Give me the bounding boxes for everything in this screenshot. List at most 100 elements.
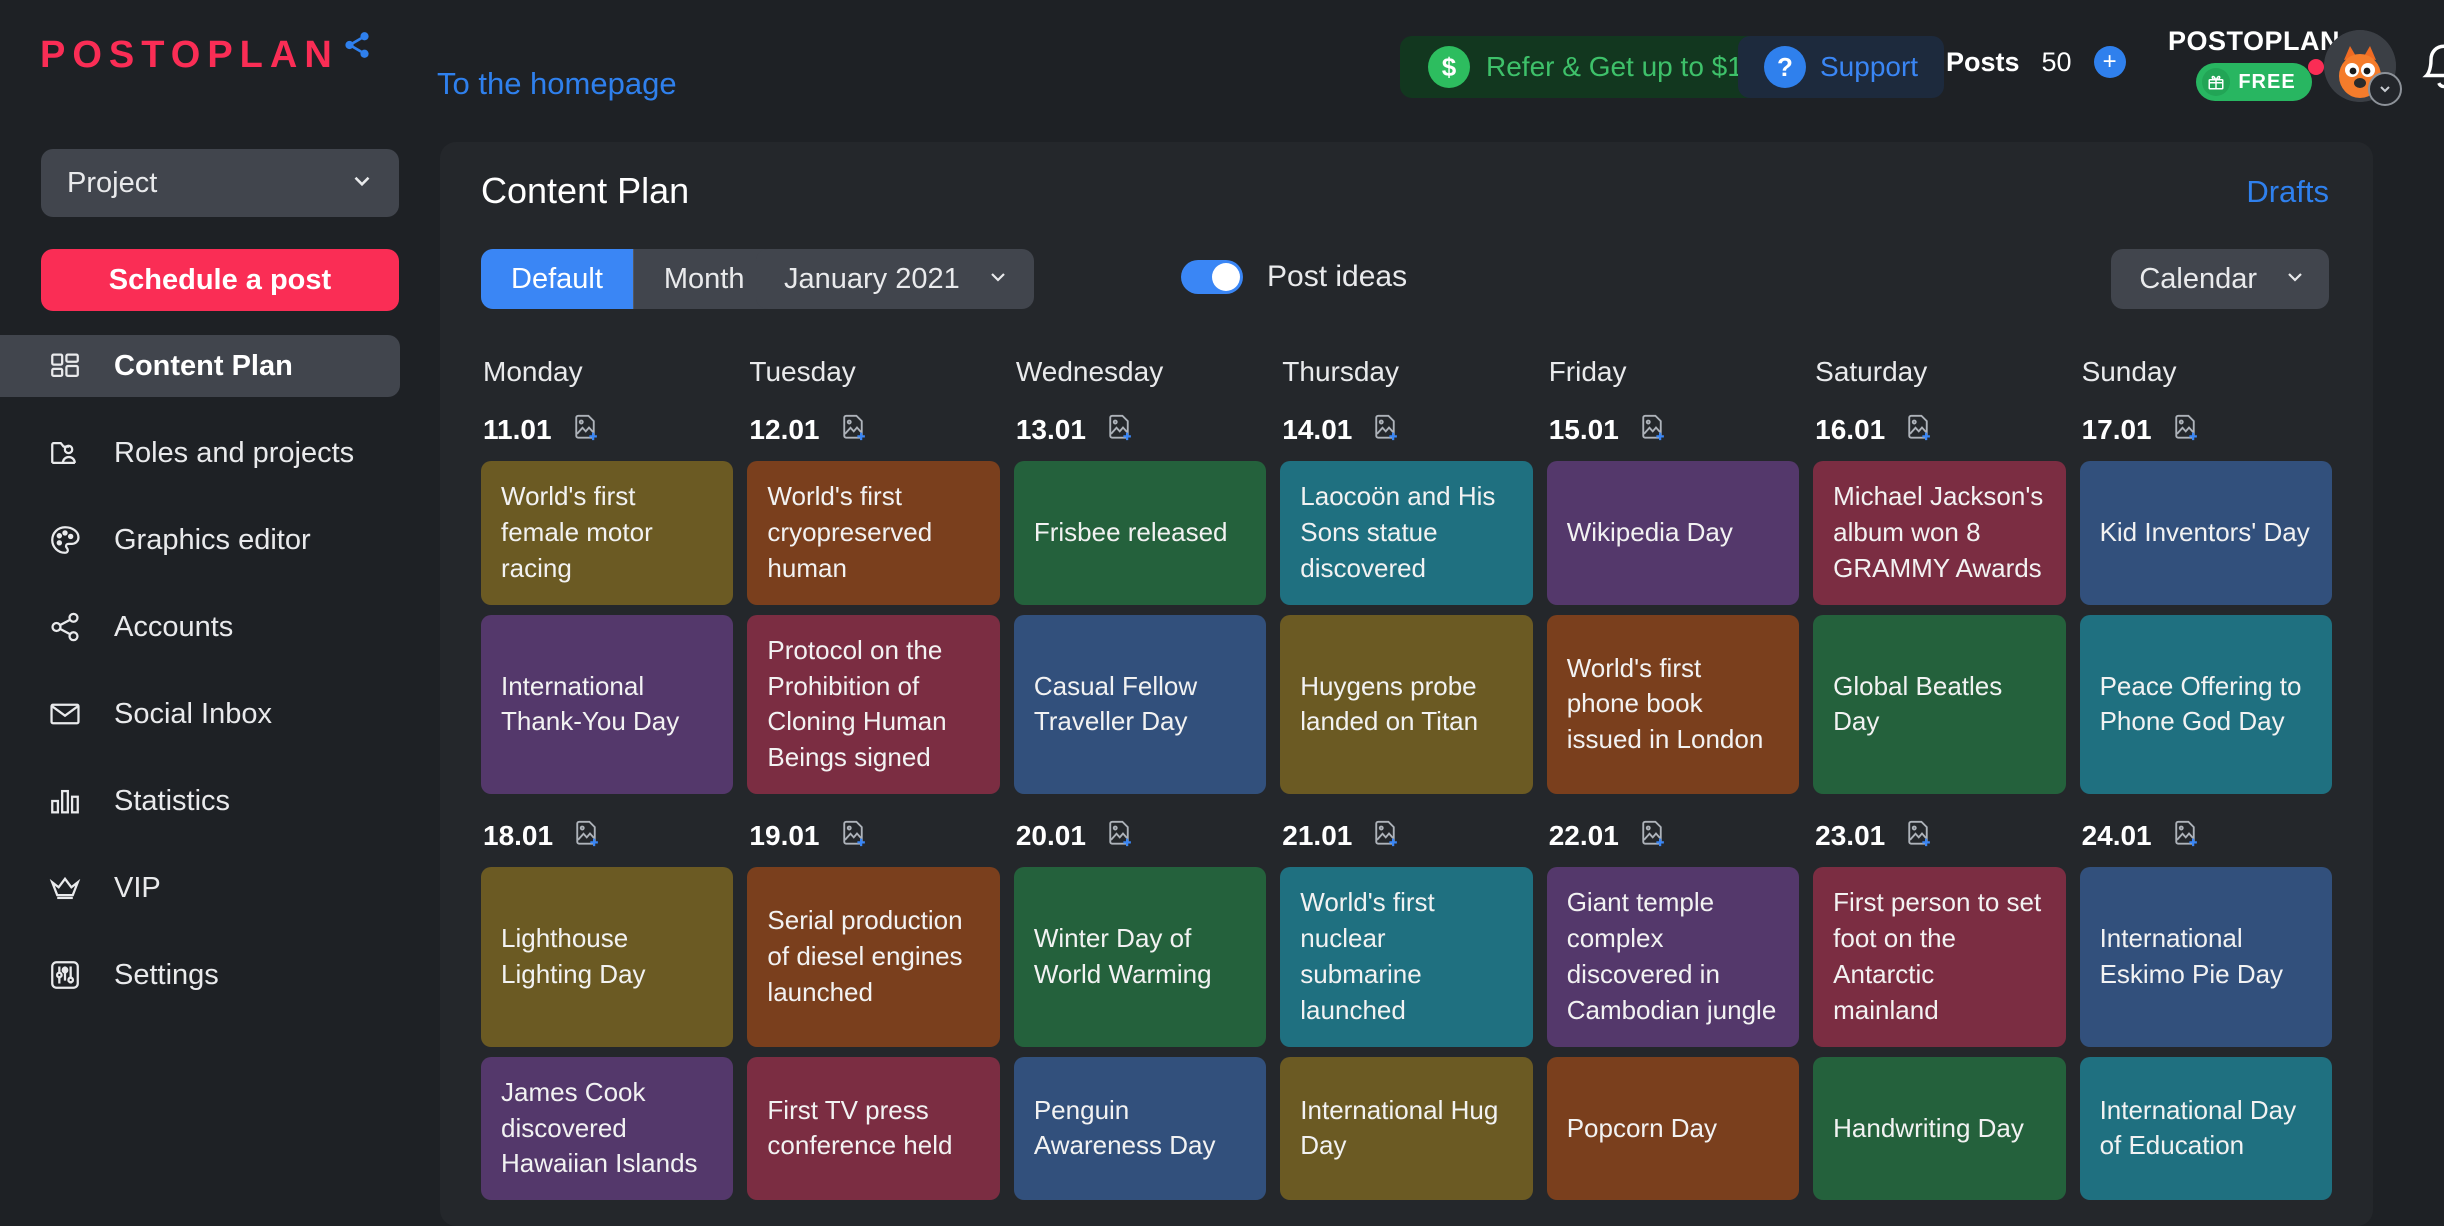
event-card[interactable]: International Thank-You Day xyxy=(481,614,734,795)
avatar-group[interactable] xyxy=(2324,30,2402,106)
chevron-down-icon[interactable] xyxy=(2368,72,2402,106)
posts-count: 50 xyxy=(2041,46,2072,77)
event-card[interactable]: Wikipedia Day xyxy=(1546,461,1800,605)
date-cell: 17.01 xyxy=(2080,412,2332,447)
event-card[interactable]: First TV press conference held xyxy=(747,1056,1000,1201)
plan-badge-group[interactable]: POSTOPLAN FREE xyxy=(2168,26,2340,101)
calendar-selector[interactable]: Calendar xyxy=(2111,249,2329,309)
event-card[interactable]: World's first female motor racing xyxy=(481,461,734,605)
event-card[interactable]: Laocoön and His Sons statue discovered xyxy=(1280,461,1533,605)
add-image-icon[interactable] xyxy=(1637,412,1667,447)
project-selector[interactable]: Project xyxy=(41,149,399,217)
event-card-text: First person to set foot on the Antarcti… xyxy=(1833,887,2042,1025)
sidebar-item-settings[interactable]: Settings xyxy=(0,944,400,1006)
date-number: 14.01 xyxy=(1282,413,1353,445)
event-card-text: World's first female motor racing xyxy=(501,481,653,583)
date-number: 22.01 xyxy=(1548,819,1619,851)
add-image-icon[interactable] xyxy=(1104,412,1134,447)
sidebar-item-roles-and-projects[interactable]: Roles and projects xyxy=(0,422,400,484)
date-number: 16.01 xyxy=(1815,413,1886,445)
add-image-icon[interactable] xyxy=(838,412,868,447)
date-cell: 21.01 xyxy=(1280,818,1532,853)
logo[interactable]: POSTOPLAN xyxy=(40,32,372,76)
event-card[interactable]: Popcorn Day xyxy=(1546,1056,1800,1201)
sidebar-item-graphics-editor[interactable]: Graphics editor xyxy=(0,509,400,571)
event-card-text: Frisbee released xyxy=(1033,516,1228,547)
event-card[interactable]: World's first phone book issued in Londo… xyxy=(1546,614,1800,795)
support-button[interactable]: ? Support xyxy=(1738,36,1945,98)
event-card[interactable]: Giant temple complex discovered in Cambo… xyxy=(1546,867,1800,1047)
event-card-text: Lighthouse Lighting Day xyxy=(501,923,646,989)
add-image-icon[interactable] xyxy=(1903,412,1933,447)
envelope-icon xyxy=(46,695,84,733)
event-card[interactable]: First person to set foot on the Antarcti… xyxy=(1813,867,2066,1047)
event-card[interactable]: Michael Jackson's album won 8 GRAMMY Awa… xyxy=(1813,461,2066,605)
homepage-link[interactable]: To the homepage xyxy=(437,66,677,102)
project-selector-label: Project xyxy=(67,166,158,199)
event-card[interactable]: Serial production of diesel engines laun… xyxy=(747,867,1000,1047)
event-card[interactable]: Casual Fellow Traveller Day xyxy=(1013,614,1267,795)
day-of-week-header: Monday Tuesday Wednesday Thursday Friday… xyxy=(440,356,2373,388)
event-card[interactable]: Global Beatles Day xyxy=(1813,614,2066,795)
post-ideas-toggle[interactable] xyxy=(1181,260,1243,294)
sidebar-item-social-inbox[interactable]: Social Inbox xyxy=(0,683,400,745)
add-image-icon[interactable] xyxy=(570,412,600,447)
notification-dot xyxy=(2307,59,2324,75)
add-image-icon[interactable] xyxy=(2170,818,2200,853)
event-card[interactable]: International Day of Education xyxy=(2079,1056,2332,1201)
calendar-week: 11.01 12.01 13.01 14.01 15.01 16.01 17.01 World… xyxy=(440,412,2373,795)
sidebar-item-statistics[interactable]: Statistics xyxy=(0,770,400,832)
date-cell: 16.01 xyxy=(1813,412,2065,447)
month-selector[interactable]: January 2021 xyxy=(756,249,1034,309)
tab-default[interactable]: Default xyxy=(481,249,634,309)
calendar-week: 18.01 19.01 20.01 21.01 22.01 23.01 24.01 Light… xyxy=(440,818,2373,1201)
event-card[interactable]: Frisbee released xyxy=(1013,461,1267,605)
add-image-icon[interactable] xyxy=(571,818,601,853)
add-image-icon[interactable] xyxy=(838,818,868,853)
event-card-text: Serial production of diesel engines laun… xyxy=(767,905,963,1007)
event-card[interactable]: World's first cryopreserved human xyxy=(747,461,1000,605)
add-image-icon[interactable] xyxy=(1903,818,1933,853)
date-number: 11.01 xyxy=(483,413,552,445)
drafts-link[interactable]: Drafts xyxy=(2246,174,2329,210)
toolbar: Default Month Week January 2021 Post ide… xyxy=(440,238,2373,342)
add-image-icon[interactable] xyxy=(1637,818,1667,853)
dow-thursday: Thursday xyxy=(1282,356,1399,387)
event-card[interactable]: Peace Offering to Phone God Day xyxy=(2079,614,2332,795)
event-card[interactable]: Huygens probe landed on Titan xyxy=(1280,614,1533,795)
event-card[interactable]: Lighthouse Lighting Day xyxy=(481,867,734,1047)
sidebar-item-content-plan[interactable]: Content Plan xyxy=(0,335,400,397)
page-title: Content Plan xyxy=(481,170,690,211)
event-card[interactable]: International Eskimo Pie Day xyxy=(2079,867,2332,1047)
plus-icon[interactable]: + xyxy=(2093,46,2126,78)
add-image-icon[interactable] xyxy=(1104,818,1134,853)
tab-month[interactable]: Month xyxy=(634,249,776,309)
event-card[interactable]: Kid Inventors' Day xyxy=(2079,461,2332,605)
event-card[interactable]: International Hug Day xyxy=(1280,1056,1533,1201)
sidebar-item-label: Settings xyxy=(114,958,219,991)
date-cell: 15.01 xyxy=(1547,412,1799,447)
sidebar-item-vip[interactable]: VIP xyxy=(0,857,400,919)
post-ideas-toggle-group[interactable]: Post ideas xyxy=(1181,260,1407,294)
schedule-a-post-label: Schedule a post xyxy=(108,263,332,296)
add-image-icon[interactable] xyxy=(1370,412,1400,447)
date-cell: 19.01 xyxy=(747,818,999,853)
status-badge: FREE xyxy=(2196,63,2312,101)
event-card-text: World's first cryopreserved human xyxy=(767,481,933,583)
add-image-icon[interactable] xyxy=(2170,412,2200,447)
event-card[interactable]: Protocol on the Prohibition of Cloning H… xyxy=(747,614,1000,795)
bell-icon[interactable] xyxy=(2418,40,2444,103)
add-image-icon[interactable] xyxy=(1370,818,1400,853)
sidebar-item-accounts[interactable]: Accounts xyxy=(0,596,400,658)
event-card-text: Giant temple complex discovered in Cambo… xyxy=(1566,887,1777,1025)
event-card-text: Michael Jackson's album won 8 GRAMMY Awa… xyxy=(1833,481,2044,583)
event-card[interactable]: James Cook discovered Hawaiian Islands xyxy=(481,1056,734,1201)
event-card[interactable]: Penguin Awareness Day xyxy=(1013,1056,1267,1201)
date-number: 18.01 xyxy=(483,819,554,851)
event-card[interactable]: Winter Day of World Warming xyxy=(1013,867,1267,1047)
event-card[interactable]: World's first nuclear submarine launched xyxy=(1280,867,1533,1047)
event-card[interactable]: Handwriting Day xyxy=(1813,1056,2066,1201)
crown-icon xyxy=(46,869,84,907)
schedule-a-post-button[interactable]: Schedule a post xyxy=(41,249,399,311)
logo-text: POSTOPLAN xyxy=(40,34,339,76)
